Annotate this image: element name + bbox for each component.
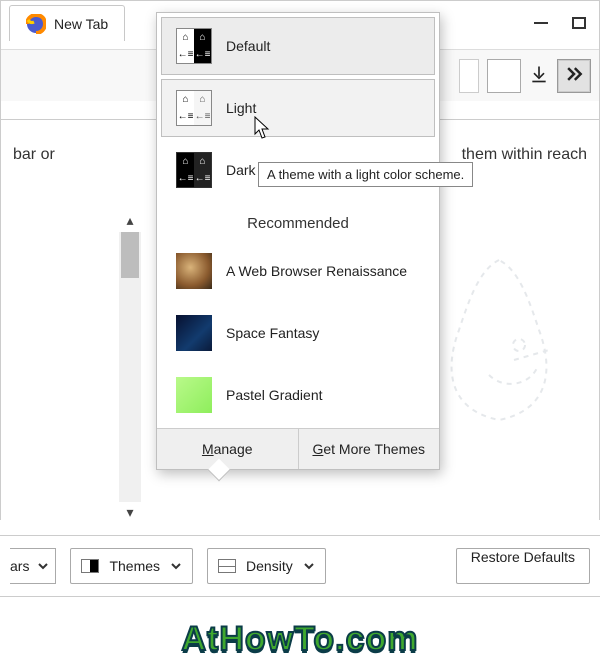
theme-option-renaissance[interactable]: A Web Browser Renaissance xyxy=(161,242,435,300)
toolbars-label-fragment: ars xyxy=(10,558,29,574)
theme-label: Light xyxy=(226,100,256,116)
sidebar-scrollbar[interactable]: ▴ ▾ xyxy=(119,210,141,520)
themes-popup: ⌂ ←≡ ⌂ ←≡ Default ⌂ ←≡ ⌂ ←≡ Light xyxy=(156,12,440,470)
theme-pastel-gradient-swatch xyxy=(176,377,212,413)
scroll-track[interactable] xyxy=(119,232,141,502)
get-more-themes-button[interactable]: Get More Themes xyxy=(299,429,440,469)
themes-dropdown-label: Themes xyxy=(109,558,160,574)
theme-space-fantasy-swatch xyxy=(176,315,212,351)
newtab-illustration xyxy=(419,250,579,430)
theme-label: A Web Browser Renaissance xyxy=(226,263,407,279)
watermark-text: AtHowTo.com xyxy=(181,620,418,659)
theme-option-default[interactable]: ⌂ ←≡ ⌂ ←≡ Default xyxy=(161,17,435,75)
browser-tab-newtab[interactable]: New Tab xyxy=(9,5,125,41)
customize-toolbar: ars Themes Density Restore Defaults xyxy=(0,535,600,597)
get-more-label: et More Themes xyxy=(323,441,425,457)
downloads-button[interactable] xyxy=(529,64,549,87)
window-maximize-button[interactable] xyxy=(567,16,591,30)
scroll-up-arrow[interactable]: ▴ xyxy=(119,210,141,230)
restore-defaults-label: Restore Defaults xyxy=(471,549,575,565)
text-fragment-right: them within reach xyxy=(462,146,587,164)
theme-dark-icon: ⌂ ←≡ ⌂ ←≡ xyxy=(176,152,212,188)
scroll-thumb[interactable] xyxy=(121,232,139,278)
density-dropdown-label: Density xyxy=(246,558,293,574)
theme-label: Pastel Gradient xyxy=(226,387,323,403)
text-fragment-left: bar or xyxy=(13,146,55,164)
toolbar-placeholder-button[interactable] xyxy=(487,59,521,93)
chevron-down-icon xyxy=(303,560,315,572)
theme-option-light[interactable]: ⌂ ←≡ ⌂ ←≡ Light xyxy=(161,79,435,137)
theme-label: Space Fantasy xyxy=(226,325,319,341)
scroll-down-arrow[interactable]: ▾ xyxy=(119,502,141,522)
recommended-heading: Recommended xyxy=(157,203,439,238)
density-dropdown[interactable]: Density xyxy=(207,548,326,584)
restore-defaults-button[interactable]: Restore Defaults xyxy=(456,548,590,584)
overflow-button[interactable] xyxy=(557,59,591,93)
theme-label: Default xyxy=(226,38,270,54)
theme-light-icon: ⌂ ←≡ ⌂ ←≡ xyxy=(176,90,212,126)
window-minimize-button[interactable] xyxy=(529,16,553,30)
chevron-double-right-icon xyxy=(564,64,584,87)
toolbars-dropdown-fragment[interactable]: ars xyxy=(10,548,56,584)
theme-option-pastel-gradient[interactable]: Pastel Gradient xyxy=(161,366,435,424)
themes-dropdown[interactable]: Themes xyxy=(70,548,193,584)
chevron-down-icon xyxy=(37,560,49,572)
theme-label: Dark xyxy=(226,162,256,178)
theme-option-space-fantasy[interactable]: Space Fantasy xyxy=(161,304,435,362)
urlbar-fragment[interactable] xyxy=(459,59,479,93)
theme-tooltip: A theme with a light color scheme. xyxy=(258,162,473,187)
theme-default-icon: ⌂ ←≡ ⌂ ←≡ xyxy=(176,28,212,64)
window-controls xyxy=(529,16,591,30)
firefox-icon xyxy=(26,14,46,34)
tab-title: New Tab xyxy=(54,16,108,32)
density-icon xyxy=(218,559,236,573)
cursor-pointer-icon xyxy=(254,116,272,140)
chevron-down-icon xyxy=(170,560,182,572)
themes-popup-footer: Manage Get More Themes xyxy=(157,428,439,469)
theme-mini-icon xyxy=(81,559,99,573)
manage-label: anage xyxy=(214,441,253,457)
manage-themes-button[interactable]: Manage xyxy=(157,429,299,469)
theme-renaissance-swatch xyxy=(176,253,212,289)
